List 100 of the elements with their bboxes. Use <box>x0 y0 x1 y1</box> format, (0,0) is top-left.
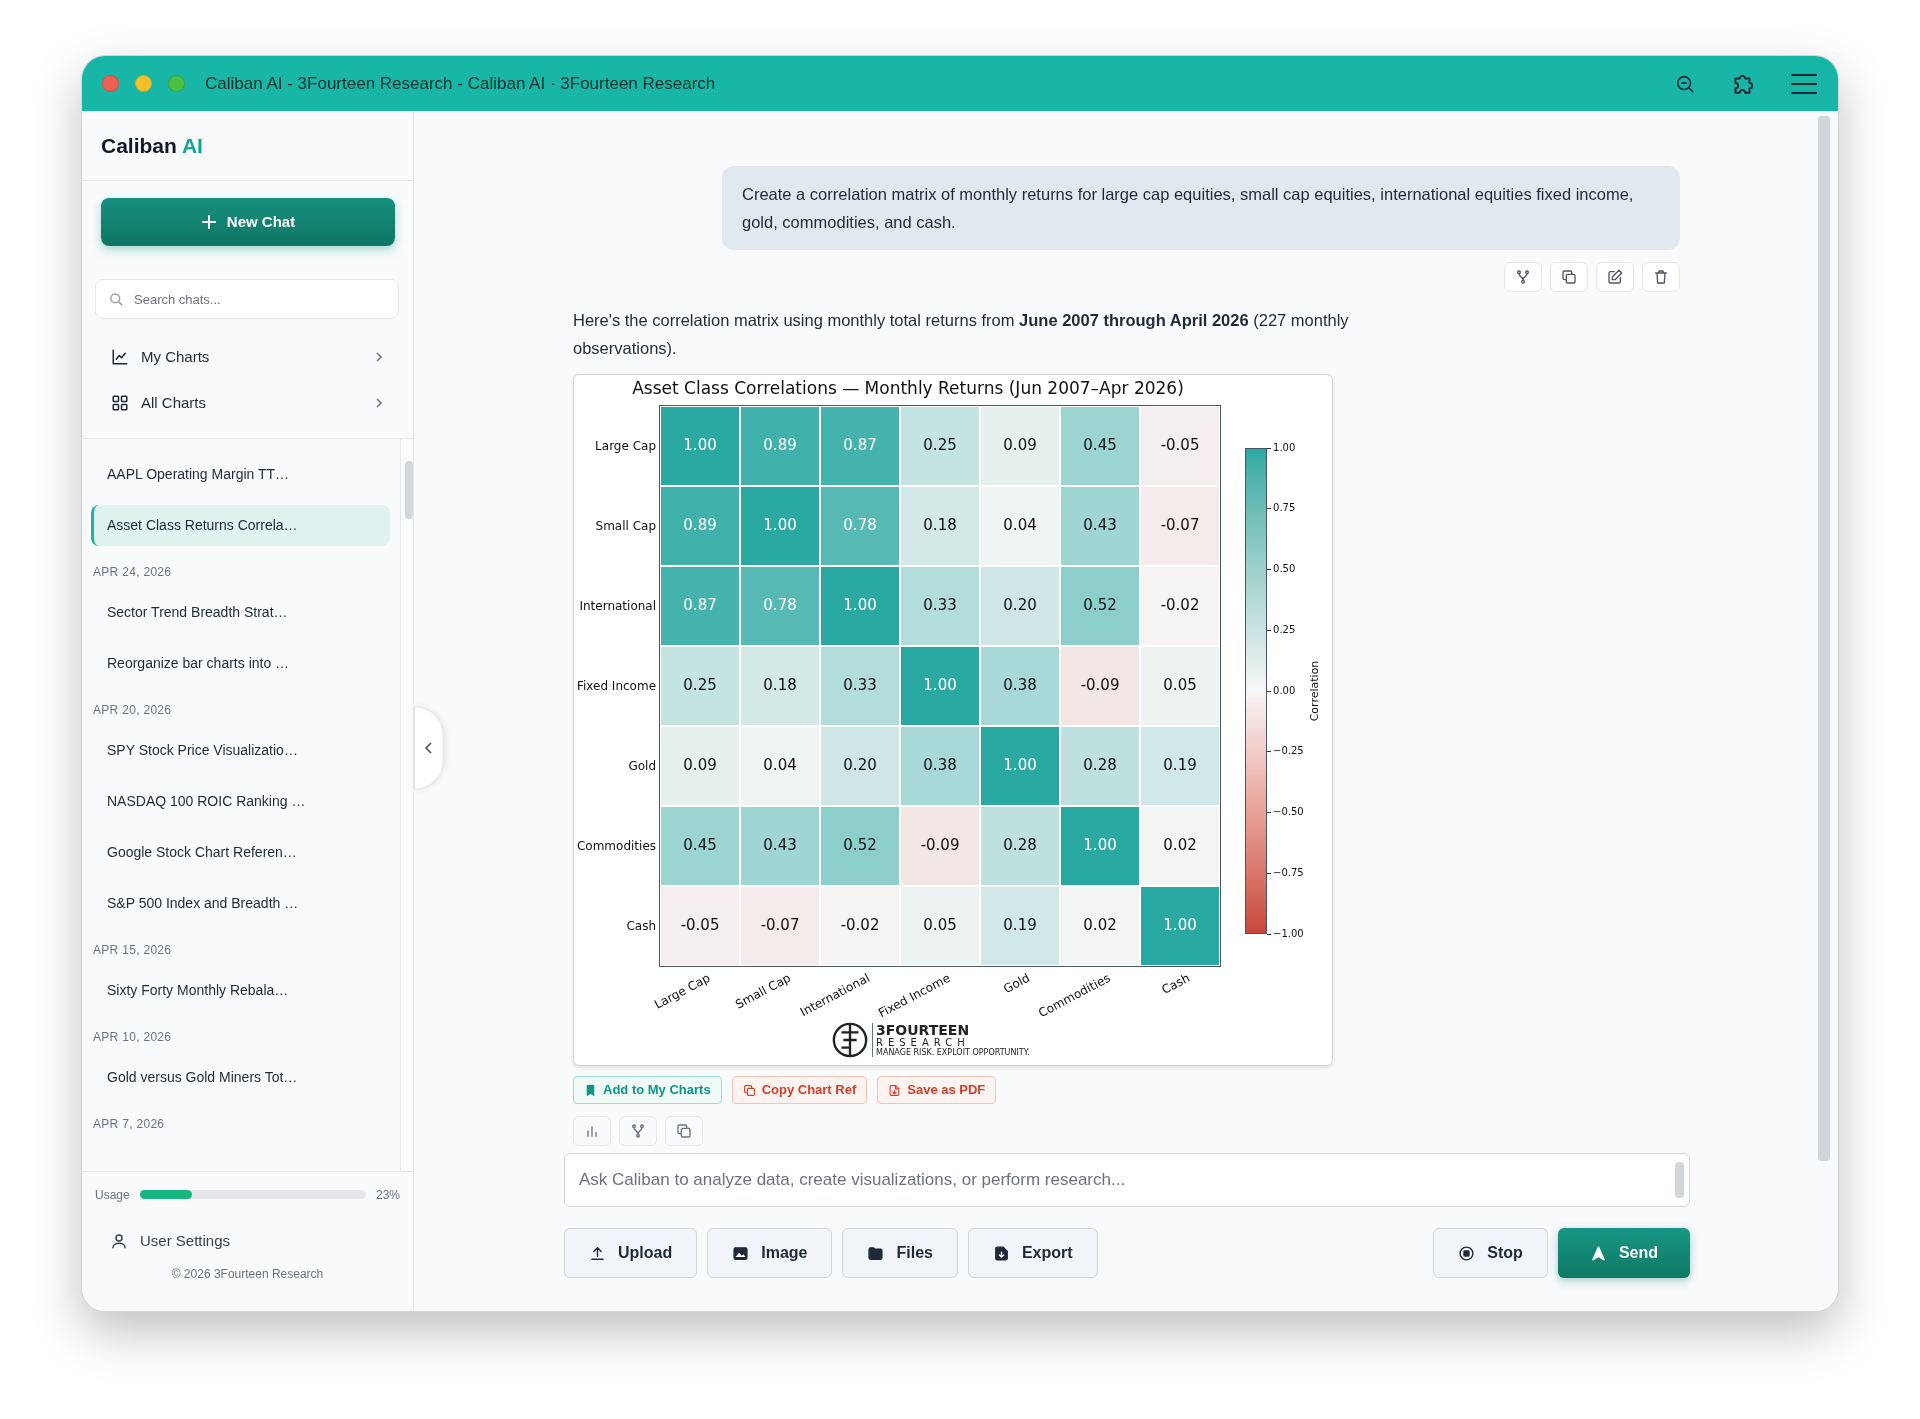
logo-sub: RESEARCH <box>876 1037 971 1048</box>
heatmap-cell: 0.04 <box>981 486 1060 565</box>
branch-icon <box>630 1123 646 1139</box>
logo-mark-icon <box>831 1020 869 1059</box>
heatmap-cell: 1.00 <box>661 406 740 485</box>
heatmap-cell: 0.20 <box>821 726 900 805</box>
heatmap-cell: 0.18 <box>741 646 820 725</box>
heatmap-cell: 1.00 <box>821 566 900 645</box>
upload-button[interactable]: Upload <box>564 1228 698 1278</box>
heatmap-cell: -0.05 <box>1141 406 1220 485</box>
heatmap-cell: 0.19 <box>1141 726 1220 805</box>
document-icon <box>888 1083 902 1097</box>
heatmap-cell: -0.09 <box>901 806 980 885</box>
chart-title: Asset Class Correlations — Monthly Returns (Jun 2007–Apr 2026) <box>632 377 1184 400</box>
chevron-right-icon <box>374 398 384 408</box>
row-label: Fixed Income <box>576 677 657 695</box>
heatmap-cell: 0.25 <box>661 646 740 725</box>
bar-chart-icon <box>584 1123 600 1139</box>
scrollbar-thumb[interactable] <box>405 461 413 519</box>
logo-tagline: MANAGE RISK. EXPLOIT OPPORTUNITY. <box>876 1048 1030 1057</box>
chat-item[interactable]: NASDAQ 100 ROIC Ranking … <box>91 781 390 822</box>
row-label: Gold <box>628 757 657 775</box>
chat-item[interactable]: SPY Stock Price Visualizatio… <box>91 730 390 771</box>
heatmap-cell: 0.04 <box>741 726 820 805</box>
chat-item[interactable]: Sector Trend Breadth Strat… <box>91 592 390 633</box>
heatmap-cell: 0.02 <box>1141 806 1220 885</box>
message-action-button[interactable] <box>1504 262 1542 292</box>
chart-action-button[interactable]: Copy Chart Ref <box>731 1076 868 1104</box>
scrollbar-thumb[interactable] <box>1818 116 1830 1161</box>
chat-item[interactable]: Google Stock Chart Referen… <box>91 832 390 873</box>
message-action-button[interactable] <box>1596 262 1634 292</box>
chat-item[interactable]: Sixty Forty Monthly Rebala… <box>91 970 390 1011</box>
assistant-message: Here's the correlation matrix using monthly total returns from June 2007 through April 2026 (227 monthly observations). <box>573 310 1350 359</box>
grid-icon <box>111 394 129 412</box>
chart-tool-button[interactable] <box>573 1116 611 1146</box>
heatmap-cell: 0.38 <box>901 726 980 805</box>
nav-label: My Charts <box>141 346 211 367</box>
chart-tool-button[interactable] <box>619 1116 657 1146</box>
files-button[interactable]: Files <box>842 1228 958 1278</box>
user-icon <box>110 1232 128 1250</box>
heatmap-cell: 0.02 <box>1061 886 1140 965</box>
branch-icon <box>1515 269 1531 285</box>
chat-item[interactable]: S&P 500 Index and Breadth … <box>91 883 390 924</box>
plus-icon <box>200 214 217 230</box>
message-action-button[interactable] <box>1550 262 1588 292</box>
stop-icon <box>1458 1244 1476 1262</box>
heatmap-cell: 1.00 <box>901 646 980 725</box>
row-label: International <box>579 597 657 615</box>
usage-label: Usage <box>95 1186 130 1204</box>
app-logo: Caliban AI <box>101 132 203 159</box>
stop-button[interactable]: Stop <box>1433 1228 1548 1278</box>
heatmap-cell: 0.05 <box>1141 646 1220 725</box>
chat-item[interactable]: Gold versus Gold Miners Tot… <box>91 1057 390 1098</box>
menu-icon[interactable] <box>1790 71 1818 96</box>
image-button[interactable]: Image <box>707 1228 833 1278</box>
window-title: Caliban AI - 3Fourteen Research - Caliban AI · 3Fourteen Research <box>205 72 716 95</box>
user-settings-link[interactable]: User Settings <box>82 1217 413 1265</box>
nav-item[interactable]: All Charts <box>95 380 400 426</box>
nav-item[interactable]: My Charts <box>95 334 400 380</box>
heatmap-cell: 0.89 <box>741 406 820 485</box>
heatmap-cell: -0.02 <box>1141 566 1220 645</box>
row-label: Cash <box>626 917 657 935</box>
colorbar-tick-label: 0.50 <box>1273 563 1296 575</box>
chart-action-button[interactable]: Save as PDF <box>877 1076 997 1104</box>
heatmap-cell: 0.20 <box>981 566 1060 645</box>
message-action-button[interactable] <box>1642 262 1680 292</box>
chat-item[interactable]: Asset Class Returns Correla… <box>91 505 390 546</box>
copy-icon <box>742 1083 756 1097</box>
line-chart-icon <box>111 348 129 366</box>
message-input[interactable]: Ask Caliban to analyze data, create visualizations, or perform research... <box>564 1153 1690 1207</box>
heatmap-cell: 0.05 <box>901 886 980 965</box>
copy-icon <box>676 1123 692 1139</box>
heatmap-cell: 0.19 <box>981 886 1060 965</box>
scrollbar-thumb[interactable] <box>1675 1162 1684 1198</box>
new-chat-button[interactable]: New Chat <box>101 198 395 246</box>
chat-item[interactable]: AAPL Operating Margin TT… <box>91 454 390 495</box>
chart-action-button[interactable]: Add to My Charts <box>573 1076 722 1104</box>
date-heading: APR 24, 2026 <box>92 564 173 581</box>
heatmap-cell: 0.33 <box>821 646 900 725</box>
heatmap-cell: 0.09 <box>981 406 1060 485</box>
heatmap-cell: 0.45 <box>661 806 740 885</box>
row-label: Small Cap <box>595 517 657 535</box>
logo-name: 3FOURTEEN <box>876 1022 971 1037</box>
colorbar-tick-label: 1.00 <box>1273 441 1296 454</box>
heatmap-cell: 0.87 <box>661 566 740 645</box>
export-button[interactable]: Export <box>967 1228 1098 1278</box>
colorbar-label: Correlation <box>1306 660 1322 721</box>
heatmap-cell: 0.38 <box>981 646 1060 725</box>
colorbar-tick-label: −1.00 <box>1273 927 1304 940</box>
heatmap-cell: 0.87 <box>821 406 900 485</box>
heatmap-cell: 0.78 <box>741 566 820 645</box>
chart-tool-button[interactable] <box>665 1116 703 1146</box>
chevron-right-icon <box>374 352 384 362</box>
send-button[interactable]: Send <box>1557 1228 1690 1278</box>
edit-icon <box>1607 269 1623 285</box>
chat-item[interactable]: Reorganize bar charts into … <box>91 643 390 684</box>
column-label: Gold <box>1000 969 1034 998</box>
colorbar-tick-label: 0.25 <box>1273 623 1296 636</box>
search-field[interactable]: Search chats... <box>95 279 399 319</box>
heatmap-cell: 0.28 <box>981 806 1060 885</box>
